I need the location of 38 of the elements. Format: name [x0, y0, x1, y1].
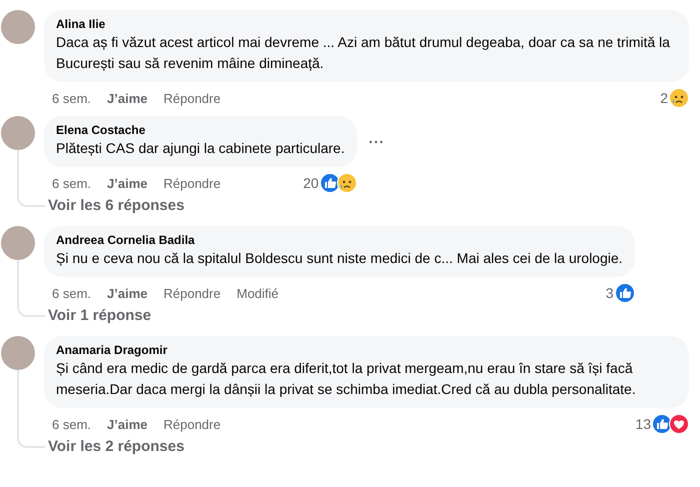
like-reaction-icon [614, 283, 635, 303]
avatar[interactable] [1, 116, 35, 150]
reply-link[interactable]: Répondre [164, 176, 221, 190]
timestamp[interactable]: 6 sem. [52, 286, 92, 300]
edited-label: Modifié [236, 286, 279, 300]
reply-link[interactable]: Répondre [164, 286, 221, 300]
view-replies-link[interactable]: Voir 1 réponse [48, 305, 700, 330]
heart-reaction-icon [669, 414, 689, 434]
like-link[interactable]: J’aime [107, 416, 148, 432]
more-options-icon[interactable] [368, 140, 383, 144]
reply-link[interactable]: Répondre [164, 90, 221, 106]
comment-text: Plătești CAS dar ajungi la cabinete particulare. [56, 139, 345, 158]
like-link[interactable]: J’aime [107, 176, 148, 190]
reaction-count[interactable]: 13 [635, 416, 651, 432]
view-replies-link[interactable]: Voir les 6 réponses [48, 195, 700, 220]
avatar[interactable] [1, 226, 35, 260]
comment-text: Și când era medic de gardă parca era diferit,tot la privat mergeam,nu erau în stare să își facă meseria.Dar daca mergi la dânșii la privat se schimba imediat.Cred că au dubla personalitate. [56, 359, 637, 399]
reply-link[interactable]: Répondre [164, 416, 221, 432]
reaction-count[interactable]: 3 [606, 285, 614, 301]
timestamp[interactable]: 6 sem. [52, 176, 92, 190]
view-replies-link[interactable]: Voir les 2 réponses [48, 436, 700, 461]
sad-face-reaction-icon [669, 88, 689, 108]
comment-text: Și nu e ceva nou că la spitalul Boldescu sunt niste medici de c... Mai ales cei de la urologie. [56, 249, 623, 268]
avatar[interactable] [1, 10, 35, 44]
comment-text: Daca aș fi văzut acest articol mai devreme ... Azi am bătut drumul degeaba, doar ca sa ne trimită la București sau să revenim mâine dimineață. [56, 33, 671, 73]
reaction-count[interactable]: 2 [660, 90, 668, 106]
like-link[interactable]: J’aime [107, 90, 148, 106]
avatar[interactable] [1, 336, 35, 370]
timestamp[interactable]: 6 sem. [52, 416, 92, 432]
sad-face-reaction-icon [336, 173, 357, 193]
author-name[interactable]: Alina Ilie [56, 16, 677, 32]
like-reaction-icon [320, 173, 340, 193]
reaction-count[interactable]: 20 [303, 175, 319, 191]
author-name[interactable]: Elena Costache [56, 122, 345, 138]
author-name[interactable]: Andreea Cornelia Badila [56, 232, 623, 248]
like-link[interactable]: J’aime [107, 286, 148, 300]
timestamp[interactable]: 6 sem. [52, 90, 92, 106]
author-name[interactable]: Anamaria Dragomir [56, 342, 677, 358]
